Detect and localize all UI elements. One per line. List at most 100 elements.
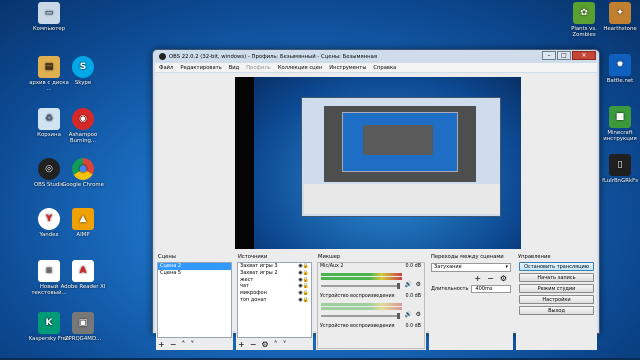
add-icon[interactable]: +	[158, 340, 165, 349]
desktop-icon-ashampoo[interactable]: ◉ Ashampoo Burning...	[60, 108, 106, 144]
chevron-up-icon[interactable]: ˄	[181, 340, 185, 349]
window-titlebar[interactable]: OBS 22.0.2 (32-bit, windows) - Профиль: …	[153, 50, 599, 63]
chevron-down-icon[interactable]: ˅	[190, 340, 194, 349]
speaker-icon[interactable]: 🔊	[405, 311, 412, 318]
computer-icon: ▭	[38, 2, 60, 24]
volume-slider-knob[interactable]	[397, 313, 400, 319]
battlenet-icon: ✹	[609, 54, 631, 76]
transitions-title: Переходы между сценами	[431, 254, 504, 260]
gear-icon[interactable]: ⚙	[500, 274, 507, 283]
desktop-icon-label: Hearthstone	[603, 26, 637, 32]
desktop-icon-label: Ashampoo Burning...	[68, 132, 98, 144]
add-icon[interactable]: +	[238, 340, 245, 349]
scene-item[interactable]: Сцена 5	[158, 270, 231, 277]
mixer-dock: Микшер Mic/Aux 2 0.0 dB 🔊 ⚙ Устройство в…	[316, 253, 426, 350]
desktop-icon-adobe[interactable]: A Adobe Reader XI	[60, 260, 106, 290]
gear-icon[interactable]: ⚙	[261, 340, 268, 349]
source-item[interactable]: Захват игры 3 ◉🔒	[238, 263, 311, 270]
remove-icon[interactable]: −	[487, 274, 494, 283]
menu-scene-collection[interactable]: Коллекция сцен	[278, 65, 322, 71]
desktop-icon-minecraft[interactable]: ■ Minecraft инструкция	[597, 106, 640, 142]
volume-slider[interactable]	[321, 283, 400, 289]
sources-dock: Источники Захват игры 3 ◉🔒 Захват игры 2 ◉…	[236, 253, 313, 350]
remove-icon[interactable]: −	[250, 340, 257, 349]
mixer-title: Микшер	[318, 254, 341, 260]
channel-db: 0.0 dB	[405, 324, 422, 329]
chrome-icon: ●	[72, 158, 94, 180]
speaker-icon[interactable]: 🔊	[405, 281, 412, 288]
menu-tools[interactable]: Инструменты	[329, 65, 366, 71]
remove-icon[interactable]: −	[170, 340, 177, 349]
transitions-dock: Переходы между сценами Затухание ▾ + − ⚙…	[429, 253, 513, 350]
source-label: жест	[240, 276, 254, 283]
menu-edit[interactable]: Редактировать	[180, 65, 221, 71]
desktop-icon-file[interactable]: ▯ fLuIrBnGRkFs	[597, 154, 640, 184]
kaspersky-icon: K	[38, 312, 60, 334]
sources-title: Источники	[238, 254, 268, 260]
settings-button[interactable]: Настройки	[519, 295, 594, 304]
transition-select[interactable]: Затухание ▾	[431, 263, 511, 272]
start-recording-button[interactable]: Начать запись	[519, 273, 594, 282]
captured-nested-preview	[363, 125, 433, 155]
mixer-channel: Mic/Aux 2 0.0 dB 🔊 ⚙	[318, 263, 424, 293]
eye-lock-icon[interactable]: ◉🔒	[298, 297, 309, 304]
desktop-icon-label: Yandex	[39, 232, 59, 238]
source-item[interactable]: чат ◉🔒	[238, 283, 311, 290]
volume-slider-knob[interactable]	[397, 283, 400, 289]
menu-bar: Файл Редактировать Вид Профиль Коллекция…	[155, 63, 597, 72]
maximize-icon[interactable]: □	[557, 51, 571, 60]
scenes-list: Сцена 2 Сцена 5	[157, 262, 232, 338]
source-label: микрофон	[240, 290, 267, 297]
eye-lock-icon[interactable]: ◉🔒	[298, 270, 309, 277]
hearthstone-icon: ✦	[609, 2, 631, 24]
channel-name: Устройство воспроизведения	[320, 324, 395, 329]
source-item[interactable]: микрофон ◉🔒	[238, 290, 311, 297]
window-title: OBS 22.0.2 (32-bit, windows) - Профиль: …	[169, 53, 378, 60]
captured-desktop	[254, 77, 521, 249]
gear-icon[interactable]: ⚙	[416, 281, 421, 288]
source-label: Захват игры 2	[240, 269, 278, 276]
desktop-icon-hearthstone[interactable]: ✦ Hearthstone	[597, 2, 640, 32]
obs-window: OBS 22.0.2 (32-bit, windows) - Профиль: …	[152, 49, 600, 350]
eye-lock-icon[interactable]: ◉🔒	[298, 283, 309, 290]
chevron-up-icon[interactable]: ˄	[274, 340, 278, 349]
volume-slider[interactable]	[321, 313, 400, 319]
exit-button[interactable]: Выход	[519, 306, 594, 315]
yandex-icon: Y	[38, 208, 60, 230]
desktop-icon-computer[interactable]: ▭ Компьютер	[26, 2, 72, 32]
desktop-icon-label: Minecraft инструкция	[603, 130, 637, 142]
gear-icon[interactable]: ⚙	[416, 311, 421, 318]
scene-item[interactable]: Сцена 2	[158, 263, 231, 270]
add-icon[interactable]: +	[474, 274, 481, 283]
minimize-icon[interactable]: –	[542, 51, 556, 60]
source-item[interactable]: жест ◉🔒	[238, 277, 311, 284]
eye-lock-icon[interactable]: ◉🔒	[298, 263, 309, 270]
chevron-down-icon[interactable]: ˅	[283, 340, 287, 349]
chevron-down-icon: ▾	[505, 264, 508, 270]
desktop-icon-image-file[interactable]: ▣ ZPRQG4MD...	[60, 312, 106, 342]
archive-icon: ▤	[38, 56, 60, 78]
scenes-title: Сцены	[158, 254, 176, 260]
obs-icon: ◎	[38, 158, 60, 180]
desktop-icon-label: Plants vs. Zombies	[571, 26, 597, 38]
desktop-icon-battlenet[interactable]: ✹ Battle.net	[597, 54, 640, 84]
eye-lock-icon[interactable]: ◉🔒	[298, 290, 309, 297]
desktop-icon-aimp[interactable]: ▲ AIMP	[60, 208, 106, 238]
menu-file[interactable]: Файл	[159, 65, 173, 71]
stop-streaming-button[interactable]: Остановить трансляцию	[519, 262, 594, 271]
desktop-icon-skype[interactable]: S Skype	[60, 56, 106, 86]
menu-view[interactable]: Вид	[229, 65, 240, 71]
close-icon[interactable]: ✕	[572, 51, 596, 60]
captured-preview	[324, 106, 476, 182]
desktop-icon-chrome[interactable]: ● Google Chrome	[60, 158, 106, 188]
duration-input[interactable]: 400ms	[471, 285, 511, 293]
source-item[interactable]: топ донат ◉🔒	[238, 297, 311, 304]
preview-canvas[interactable]	[235, 77, 521, 249]
aimp-icon: ▲	[72, 208, 94, 230]
desktop-icon-label: Google Chrome	[62, 182, 104, 188]
source-item[interactable]: Захват игры 2 ◉🔒	[238, 270, 311, 277]
studio-mode-button[interactable]: Режим студии	[519, 284, 594, 293]
eye-lock-icon[interactable]: ◉🔒	[298, 277, 309, 284]
mixer-channel: Устройство воспроизведения 0.0 dB	[318, 323, 424, 353]
menu-help[interactable]: Справка	[373, 65, 396, 71]
